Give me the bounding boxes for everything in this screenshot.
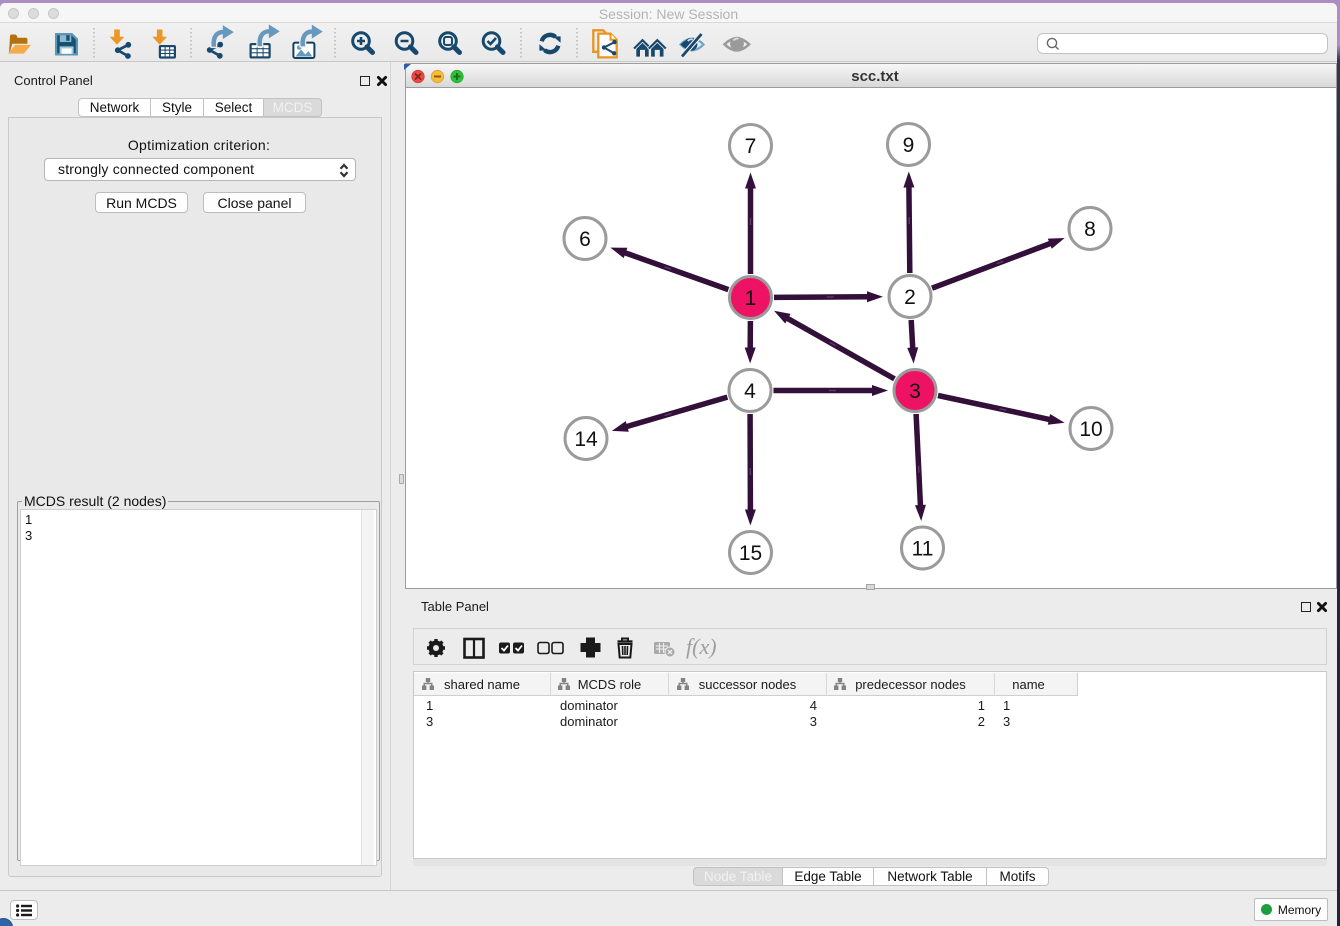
svg-text:11: 11: [912, 538, 934, 561]
svg-text:2: 2: [904, 286, 916, 309]
svg-text:3: 3: [909, 380, 921, 403]
svg-text:15: 15: [739, 542, 762, 565]
svg-text:10: 10: [1079, 418, 1102, 441]
svg-text:14: 14: [574, 428, 598, 451]
svg-text:4: 4: [744, 380, 756, 403]
svg-text:8: 8: [1084, 218, 1096, 241]
svg-text:6: 6: [579, 228, 591, 251]
svg-text:f(x): f(x): [686, 634, 717, 659]
svg-text:1: 1: [745, 287, 757, 310]
svg-text:7: 7: [745, 135, 757, 158]
svg-text:9: 9: [903, 134, 915, 157]
